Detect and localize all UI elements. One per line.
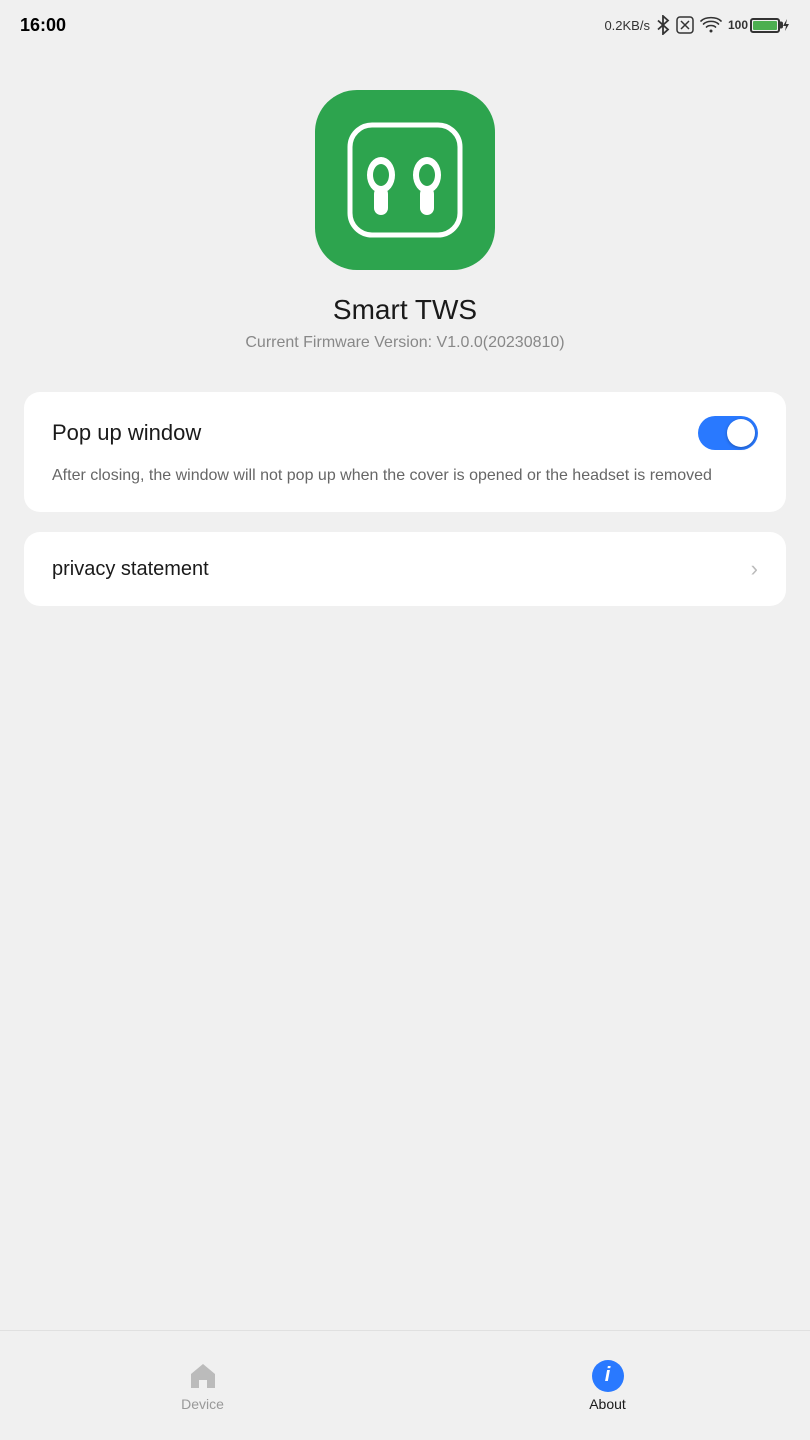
status-time: 16:00 bbox=[20, 15, 66, 36]
about-icon: i bbox=[592, 1360, 624, 1392]
nav-item-device[interactable]: Device bbox=[0, 1360, 405, 1412]
toggle-track bbox=[698, 416, 758, 450]
chevron-right-icon: › bbox=[751, 556, 758, 582]
privacy-statement-label: privacy statement bbox=[52, 558, 209, 581]
close-icon bbox=[676, 16, 694, 34]
app-name: Smart TWS bbox=[333, 294, 477, 326]
bottom-navigation: Device i About bbox=[0, 1330, 810, 1440]
popup-window-toggle[interactable] bbox=[698, 416, 758, 450]
device-nav-label: Device bbox=[181, 1396, 224, 1412]
charging-icon bbox=[782, 18, 790, 32]
network-speed: 0.2KB/s bbox=[604, 18, 650, 33]
about-nav-label: About bbox=[589, 1396, 626, 1412]
privacy-statement-card[interactable]: privacy statement › bbox=[24, 532, 786, 606]
firmware-version: Current Firmware Version: V1.0.0(2023081… bbox=[245, 334, 564, 352]
popup-window-description: After closing, the window will not pop u… bbox=[52, 464, 758, 488]
popup-window-label: Pop up window bbox=[52, 420, 201, 446]
app-icon-container bbox=[315, 90, 495, 270]
status-bar: 16:00 0.2KB/s 100 bbox=[0, 0, 810, 50]
popup-window-card: Pop up window After closing, the window … bbox=[24, 392, 786, 512]
bluetooth-icon bbox=[656, 15, 670, 35]
nav-item-about[interactable]: i About bbox=[405, 1360, 810, 1412]
status-icons: 0.2KB/s 100 bbox=[604, 15, 790, 35]
earbuds-icon bbox=[340, 115, 470, 245]
app-icon bbox=[315, 90, 495, 270]
wifi-icon bbox=[700, 16, 722, 34]
battery-indicator: 100 bbox=[728, 18, 790, 33]
toggle-thumb bbox=[727, 419, 755, 447]
main-content: Smart TWS Current Firmware Version: V1.0… bbox=[0, 50, 810, 766]
device-icon bbox=[187, 1360, 219, 1392]
battery-percent: 100 bbox=[728, 18, 748, 32]
